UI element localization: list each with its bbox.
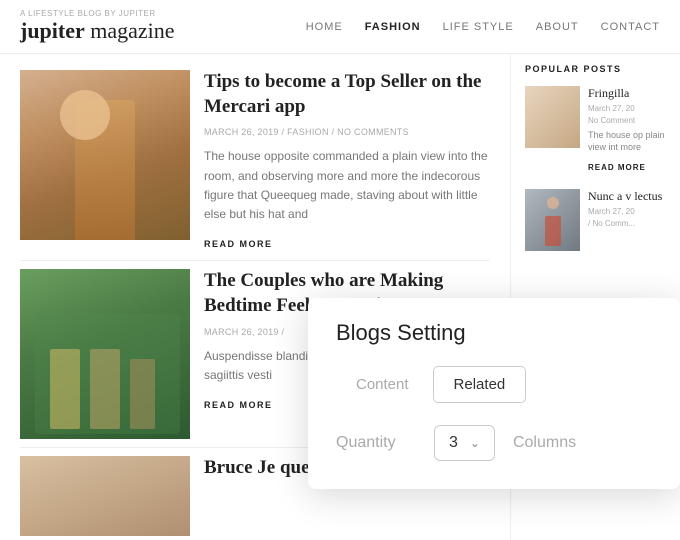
tab-related[interactable]: Related: [433, 366, 527, 403]
modal-quantity-row: Quantity 3 ⌄ Columns: [336, 425, 652, 461]
quantity-select[interactable]: 3 ⌄: [434, 425, 495, 461]
modal-title: Blogs Setting: [336, 320, 652, 346]
modal-dialog: Blogs Setting Content Related Quantity 3…: [308, 298, 680, 489]
modal-tabs: Content Related: [336, 366, 652, 403]
columns-label: Columns: [513, 434, 576, 452]
quantity-value: 3: [449, 434, 458, 452]
tab-content[interactable]: Content: [336, 367, 429, 402]
quantity-label: Quantity: [336, 434, 416, 452]
chevron-down-icon: ⌄: [470, 436, 480, 450]
